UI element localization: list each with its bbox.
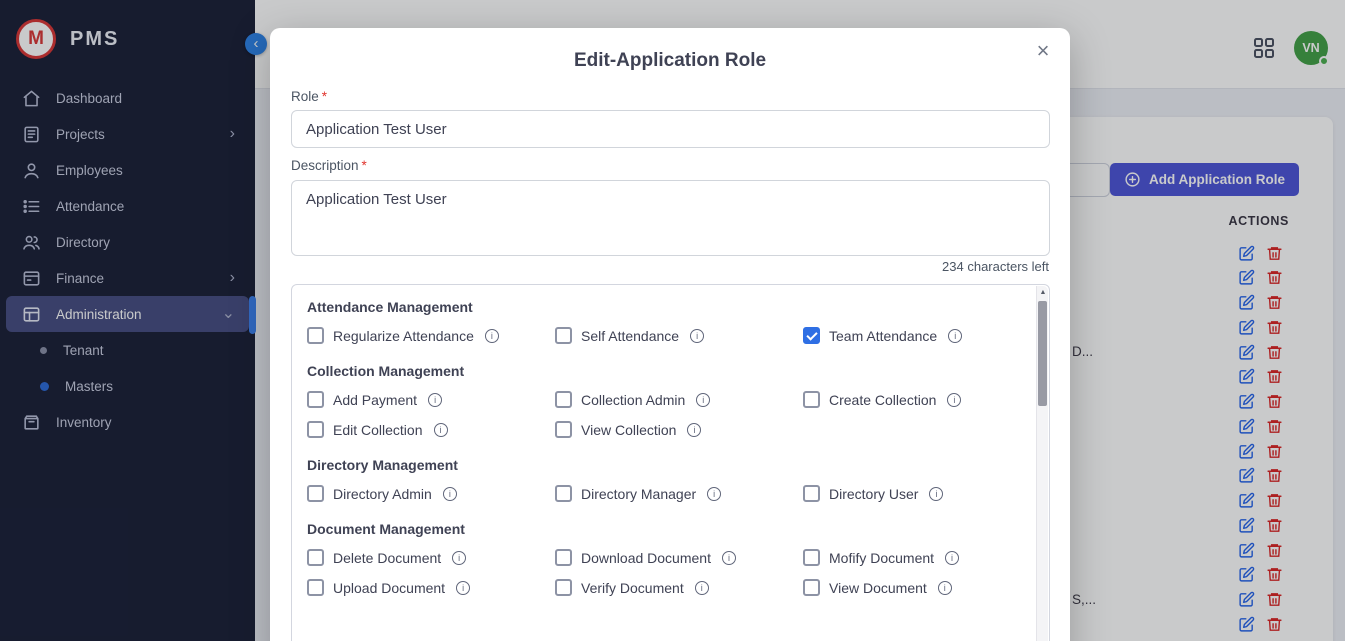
- checkbox[interactable]: [555, 579, 572, 596]
- description-textarea[interactable]: Application Test User: [291, 180, 1050, 256]
- permission-label: Download Document: [581, 550, 711, 566]
- permission-label: Delete Document: [333, 550, 441, 566]
- checkbox[interactable]: [307, 391, 324, 408]
- permission-section-title: Document Management: [307, 521, 1021, 537]
- edit-application-role-modal: Edit-Application Role × Role* Descriptio…: [270, 28, 1070, 641]
- close-icon[interactable]: ×: [1028, 36, 1058, 66]
- permission-label: Create Collection: [829, 392, 936, 408]
- info-icon[interactable]: i: [456, 581, 470, 595]
- permission-checkbox-item[interactable]: View Collection i: [555, 421, 803, 438]
- info-icon[interactable]: i: [938, 581, 952, 595]
- checkbox[interactable]: [307, 421, 324, 438]
- checkbox[interactable]: [803, 549, 820, 566]
- permission-checkbox-item[interactable]: Directory Manager i: [555, 485, 803, 502]
- description-label: Description*: [291, 158, 367, 173]
- checkbox[interactable]: [555, 549, 572, 566]
- scrollbar-thumb[interactable]: [1038, 301, 1047, 406]
- permission-grid: Regularize AttendanceiSelf AttendanceiTe…: [307, 327, 1021, 344]
- permission-label: Edit Collection: [333, 422, 423, 438]
- permission-checkbox-item[interactable]: Regularize Attendance i: [307, 327, 555, 344]
- info-icon[interactable]: i: [485, 329, 499, 343]
- permission-checkbox-item[interactable]: View Document i: [803, 579, 1021, 596]
- checkbox[interactable]: [555, 391, 572, 408]
- info-icon[interactable]: i: [443, 487, 457, 501]
- checkbox[interactable]: [555, 327, 572, 344]
- info-icon[interactable]: i: [690, 329, 704, 343]
- permission-checkbox-item[interactable]: Collection Admin i: [555, 391, 803, 408]
- permission-checkbox-item[interactable]: Directory Admin i: [307, 485, 555, 502]
- permission-label: Collection Admin: [581, 392, 685, 408]
- permission-grid: Add PaymentiCollection AdminiCreate Coll…: [307, 391, 1021, 438]
- info-icon[interactable]: i: [434, 423, 448, 437]
- permission-label: Verify Document: [581, 580, 684, 596]
- checkbox[interactable]: [307, 485, 324, 502]
- permission-section-title: Directory Management: [307, 457, 1021, 473]
- permission-label: Regularize Attendance: [333, 328, 474, 344]
- info-icon[interactable]: i: [428, 393, 442, 407]
- role-label: Role*: [291, 89, 327, 104]
- permission-grid: Delete DocumentiDownload DocumentiMofify…: [307, 549, 1021, 596]
- permissions-panel: Attendance Management Regularize Attendan…: [291, 284, 1050, 641]
- permission-label: Directory Manager: [581, 486, 696, 502]
- permission-checkbox-item[interactable]: Self Attendance i: [555, 327, 803, 344]
- permission-label: Self Attendance: [581, 328, 679, 344]
- permission-checkbox-item[interactable]: Verify Document i: [555, 579, 803, 596]
- required-asterisk: *: [322, 89, 327, 104]
- info-icon[interactable]: i: [947, 393, 961, 407]
- permission-label: Directory Admin: [333, 486, 432, 502]
- required-asterisk: *: [362, 158, 367, 173]
- permission-section-title: Collection Management: [307, 363, 1021, 379]
- info-icon[interactable]: i: [722, 551, 736, 565]
- permission-checkbox-item[interactable]: Upload Document i: [307, 579, 555, 596]
- checkbox[interactable]: [307, 549, 324, 566]
- permission-section-title: Attendance Management: [307, 299, 1021, 315]
- info-icon[interactable]: i: [948, 329, 962, 343]
- checkbox-checked[interactable]: [803, 327, 820, 344]
- permission-checkbox-item[interactable]: Edit Collection i: [307, 421, 555, 438]
- info-icon[interactable]: i: [945, 551, 959, 565]
- permission-section: Collection ManagementAdd PaymentiCollect…: [307, 363, 1021, 438]
- checkbox[interactable]: [555, 485, 572, 502]
- modal-title: Edit-Application Role: [270, 50, 1070, 72]
- permission-checkbox-item[interactable]: Directory User i: [803, 485, 1021, 502]
- permission-checkbox-item[interactable]: Team Attendance i: [803, 327, 1021, 344]
- permission-label: Upload Document: [333, 580, 445, 596]
- permission-checkbox-item[interactable]: Delete Document i: [307, 549, 555, 566]
- info-icon[interactable]: i: [695, 581, 709, 595]
- permission-label: Team Attendance: [829, 328, 937, 344]
- role-input[interactable]: [291, 110, 1050, 148]
- permission-section: Attendance Management Regularize Attendan…: [307, 299, 1021, 344]
- info-icon[interactable]: i: [687, 423, 701, 437]
- info-icon[interactable]: i: [452, 551, 466, 565]
- checkbox[interactable]: [307, 327, 324, 344]
- scroll-up-icon[interactable]: ▲: [1037, 289, 1049, 296]
- permission-label: Directory User: [829, 486, 918, 502]
- permission-label: View Document: [829, 580, 927, 596]
- info-icon[interactable]: i: [707, 487, 721, 501]
- permission-label: Add Payment: [333, 392, 417, 408]
- scrollbar[interactable]: ▲ ▼: [1036, 286, 1048, 641]
- checkbox[interactable]: [555, 421, 572, 438]
- permission-checkbox-item[interactable]: Mofify Document i: [803, 549, 1021, 566]
- permission-section: Directory ManagementDirectory AdminiDire…: [307, 457, 1021, 502]
- checkbox[interactable]: [803, 391, 820, 408]
- characters-left-counter: 234 characters left: [942, 259, 1049, 274]
- permission-grid: Directory AdminiDirectory ManageriDirect…: [307, 485, 1021, 502]
- permission-checkbox-item[interactable]: Create Collection i: [803, 391, 1021, 408]
- permissions-list: Attendance Management Regularize Attendan…: [292, 285, 1049, 629]
- permission-section: Document ManagementDelete DocumentiDownl…: [307, 521, 1021, 596]
- permission-label: Mofify Document: [829, 550, 934, 566]
- permission-checkbox-item[interactable]: Add Payment i: [307, 391, 555, 408]
- info-icon[interactable]: i: [929, 487, 943, 501]
- permission-label: View Collection: [581, 422, 676, 438]
- info-icon[interactable]: i: [696, 393, 710, 407]
- permission-checkbox-item[interactable]: Download Document i: [555, 549, 803, 566]
- checkbox[interactable]: [803, 579, 820, 596]
- checkbox[interactable]: [803, 485, 820, 502]
- checkbox[interactable]: [307, 579, 324, 596]
